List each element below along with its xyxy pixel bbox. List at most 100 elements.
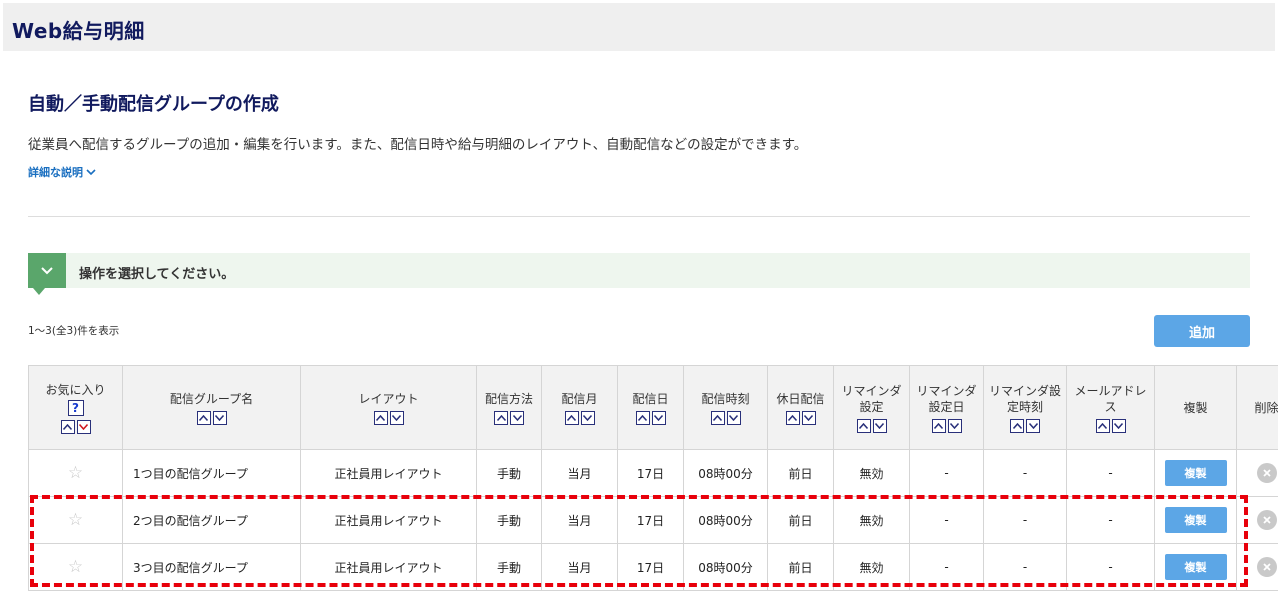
- table-row: ☆ 2つ目の配信グループ 正社員用レイアウト 手動 当月 17日 08時00分 …: [28, 496, 1278, 544]
- layout-cell: 正社員用レイアウト: [300, 449, 477, 497]
- chevron-up-icon: [376, 414, 385, 421]
- sort-asc-button[interactable]: [856, 418, 871, 433]
- mail-cell: -: [1066, 543, 1155, 591]
- day-cell: 17日: [617, 543, 684, 591]
- sort-desc-button[interactable]: [801, 410, 816, 425]
- reminder-time-cell: -: [983, 449, 1067, 497]
- close-icon: [1262, 563, 1271, 571]
- section-divider: [28, 216, 1250, 217]
- sort-desc-button[interactable]: [510, 410, 524, 425]
- sort-asc-button[interactable]: [373, 410, 388, 425]
- sort-asc-button[interactable]: [1095, 418, 1110, 433]
- reminder-day-cell: -: [909, 496, 984, 544]
- favorite-cell: ☆: [28, 543, 123, 591]
- method-cell: 手動: [476, 496, 542, 544]
- chevron-down-icon: [86, 169, 96, 176]
- header-reminder-time-label: リマインダ設定時刻: [988, 383, 1061, 414]
- layout-cell: 正社員用レイアウト: [300, 543, 477, 591]
- chevron-down-icon: [512, 414, 522, 421]
- table-header-row: お気に入り ? 配信グループ名 レイアウト 配信方法 配信月 配信日 配信時刻 …: [28, 365, 1278, 450]
- sort-asc-button[interactable]: [1010, 418, 1024, 433]
- group-name-cell: 3つ目の配信グループ: [122, 543, 301, 591]
- sort-asc-button[interactable]: [785, 410, 800, 425]
- month-cell: 当月: [541, 449, 618, 497]
- holiday-cell: 前日: [767, 543, 834, 591]
- mail-cell: -: [1066, 496, 1155, 544]
- sort-desc-button[interactable]: [212, 410, 227, 425]
- chevron-up-icon: [934, 422, 943, 429]
- star-icon[interactable]: ☆: [68, 510, 83, 530]
- operation-toggle-button[interactable]: [28, 253, 66, 295]
- delete-button[interactable]: [1256, 510, 1277, 530]
- sort-controls: [373, 410, 404, 425]
- delete-button[interactable]: [1256, 557, 1277, 577]
- sort-asc-button[interactable]: [196, 410, 211, 425]
- chevron-down-icon: [1114, 422, 1123, 429]
- header-method: 配信方法: [476, 365, 542, 450]
- chevron-down-icon: [654, 414, 663, 421]
- holiday-cell: 前日: [767, 449, 834, 497]
- sort-desc-button[interactable]: [1026, 418, 1040, 433]
- duplicate-button[interactable]: 複製: [1164, 554, 1227, 580]
- header-duplicate: 複製: [1154, 365, 1237, 450]
- method-cell: 手動: [476, 449, 542, 497]
- sort-asc-button[interactable]: [494, 410, 508, 425]
- chevron-down-icon: [950, 422, 959, 429]
- table-row: ☆ 3つ目の配信グループ 正社員用レイアウト 手動 当月 17日 08時00分 …: [28, 543, 1278, 591]
- detail-toggle-link[interactable]: 詳細な説明: [28, 164, 96, 180]
- favorite-cell: ☆: [28, 449, 123, 497]
- sort-controls: [635, 410, 666, 425]
- star-icon[interactable]: ☆: [68, 557, 83, 577]
- time-cell: 08時00分: [683, 449, 768, 497]
- duplicate-button[interactable]: 複製: [1164, 507, 1227, 533]
- star-icon[interactable]: ☆: [68, 463, 83, 483]
- sort-desc-button[interactable]: [580, 410, 595, 425]
- duplicate-button[interactable]: 複製: [1164, 460, 1227, 486]
- sort-asc-button[interactable]: [635, 410, 650, 425]
- header-reminder-label: リマインダ設定: [841, 383, 902, 414]
- sort-controls: [1010, 418, 1040, 433]
- sort-controls: [710, 410, 741, 425]
- duplicate-cell: 複製: [1154, 449, 1237, 497]
- sort-desc-button[interactable]: [389, 410, 404, 425]
- sort-asc-button[interactable]: [564, 410, 579, 425]
- reminder-day-cell: -: [909, 543, 984, 591]
- delete-button[interactable]: [1256, 463, 1277, 483]
- header-time: 配信時刻: [683, 365, 768, 450]
- group-table: お気に入り ? 配信グループ名 レイアウト 配信方法 配信月 配信日 配信時刻 …: [28, 365, 1278, 591]
- sort-asc-button[interactable]: [931, 418, 946, 433]
- time-cell: 08時00分: [683, 543, 768, 591]
- sort-desc-button[interactable]: [76, 419, 91, 434]
- chevron-down-icon: [875, 422, 884, 429]
- operation-label: 操作を選択してください。: [79, 267, 235, 282]
- sort-desc-button[interactable]: [1111, 418, 1126, 433]
- header-method-label: 配信方法: [484, 391, 533, 406]
- reminder-time-cell: -: [983, 543, 1067, 591]
- result-count: 1～3(全3)件を表示: [28, 325, 120, 337]
- reminder-cell: 無効: [833, 543, 910, 591]
- add-button[interactable]: 追加: [1154, 315, 1250, 347]
- group-name-cell: 2つ目の配信グループ: [122, 496, 301, 544]
- header-month-label: 配信月: [561, 391, 598, 406]
- header-favorite-label: お気に入り: [45, 382, 106, 397]
- sort-desc-button[interactable]: [726, 410, 741, 425]
- header-holiday-label: 休日配信: [776, 391, 825, 406]
- sort-desc-button[interactable]: [872, 418, 887, 433]
- sort-asc-button[interactable]: [60, 419, 75, 434]
- delete-cell: [1236, 449, 1278, 497]
- help-button[interactable]: ?: [67, 399, 84, 416]
- sort-controls: [564, 410, 595, 425]
- header-reminder-time: リマインダ設定時刻: [983, 365, 1067, 450]
- close-icon: [1262, 469, 1271, 477]
- chevron-up-icon: [1098, 422, 1107, 429]
- sort-asc-button[interactable]: [710, 410, 725, 425]
- sort-controls: [931, 418, 962, 433]
- app-header: Web給与明細: [3, 3, 1275, 51]
- reminder-cell: 無効: [833, 496, 910, 544]
- sort-desc-button[interactable]: [947, 418, 962, 433]
- chevron-up-icon: [788, 414, 797, 421]
- sort-controls: [196, 410, 227, 425]
- day-cell: 17日: [617, 496, 684, 544]
- sort-desc-button[interactable]: [651, 410, 666, 425]
- header-favorite: お気に入り ?: [28, 365, 123, 450]
